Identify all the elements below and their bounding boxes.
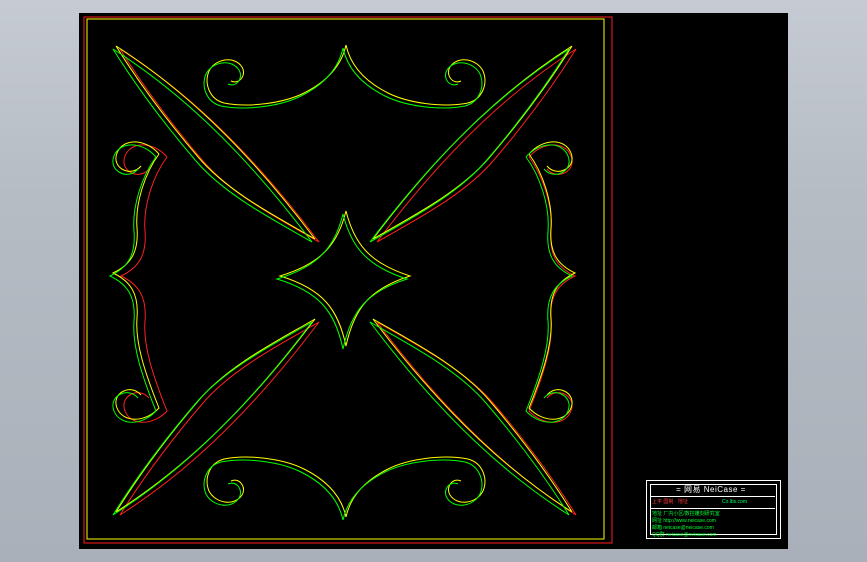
title-block-sub-right: Co.lbs.com bbox=[722, 499, 748, 505]
title-block-header: = 网易 NeiCase = bbox=[676, 485, 746, 494]
green-layer-outlines bbox=[108, 47, 574, 521]
title-block-sub-left: 上平 国制 · 地址 bbox=[652, 499, 688, 505]
red-layer-outlines bbox=[119, 48, 577, 516]
ornamental-drawing bbox=[83, 16, 613, 544]
title-block-divider bbox=[651, 496, 775, 497]
inner-frame-yellow bbox=[86, 18, 605, 540]
yellow-layer-outlines bbox=[111, 44, 577, 518]
title-block-line4: QQ群 neicase@neicase.com bbox=[652, 532, 717, 538]
title-block-subheader: 上平 国制 · 地址 Co.lbs.com bbox=[652, 498, 774, 507]
title-block-divider-2 bbox=[651, 508, 775, 509]
outer-frame-red bbox=[83, 16, 613, 544]
drawing-title-block: = 网易 NeiCase = 上平 国制 · 地址 Co.lbs.com 地址 … bbox=[646, 480, 781, 539]
cad-model-viewport[interactable]: = 网易 NeiCase = 上平 国制 · 地址 Co.lbs.com 地址 … bbox=[79, 13, 788, 549]
